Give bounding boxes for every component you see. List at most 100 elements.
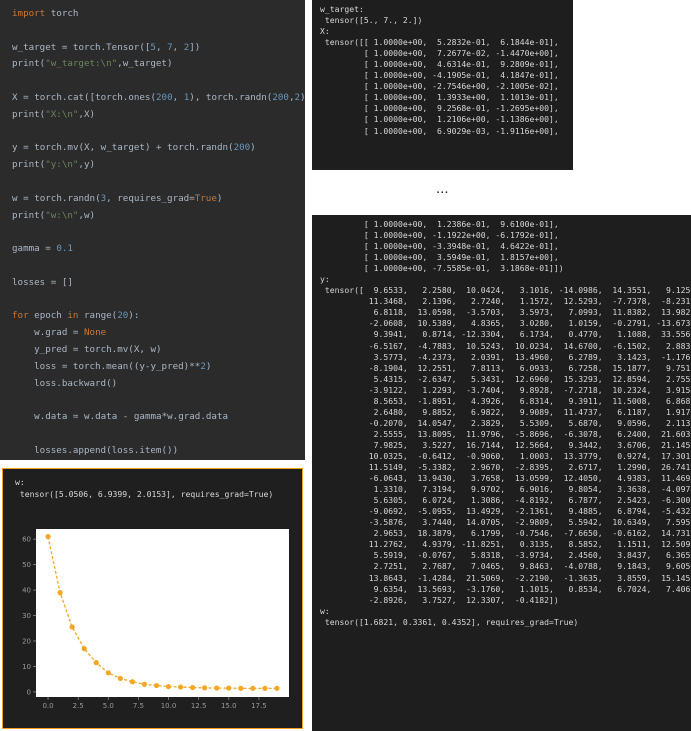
x-tick-label: 17.5 bbox=[251, 702, 267, 710]
output-line: 7.9825, 3.5227, 16.7144, 12.5664, 9.3442… bbox=[320, 439, 691, 450]
code-keyword: import bbox=[12, 8, 46, 19]
code-token: torch bbox=[95, 91, 123, 103]
code-token: print bbox=[12, 159, 40, 171]
output-line: 3.5773, -4.2373, 2.0391, 13.4960, 6.2789… bbox=[320, 351, 691, 362]
code-token: print bbox=[12, 209, 40, 221]
output-line: 9.6354, 13.5693, -3.1760, 1.1015, 0.8534… bbox=[320, 583, 691, 594]
output-line: [ 1.0000e+00, 1.2386e-01, 9.6100e-01], bbox=[320, 219, 559, 229]
code-token: loss bbox=[111, 444, 134, 456]
loss-data-point bbox=[141, 681, 148, 687]
code-line: w = torch.randn(3, requires_grad=True) bbox=[12, 193, 222, 204]
code-token: mv bbox=[67, 142, 79, 154]
code-number: 200 bbox=[233, 142, 251, 154]
code-token: ) bbox=[111, 377, 118, 389]
y-tick-label: 40 bbox=[22, 587, 31, 595]
output-panel-top: w_target: tensor([5., 7., 2.]) X: tensor… bbox=[312, 0, 573, 170]
code-token: Tensor bbox=[106, 41, 140, 53]
output-line: [ 1.0000e+00, -2.7546e+00, -2.1005e-02], bbox=[320, 81, 559, 92]
output-line: 9.3941, 0.8714, -12.3304, 6.1734, 0.4770… bbox=[320, 329, 691, 340]
code-line: print("X:\n",X) bbox=[12, 109, 95, 120]
output-line: tensor([ 9.6533, 2.2580, 10.0424, 3.1016… bbox=[320, 285, 691, 296]
code-token: ) bbox=[89, 209, 96, 221]
output-line: X: bbox=[320, 26, 330, 37]
loss-data-point bbox=[177, 684, 184, 690]
code-token: y_pred bbox=[34, 343, 68, 355]
code-token: torch bbox=[72, 360, 101, 372]
code-number: 0.1 bbox=[56, 243, 73, 255]
output-line: 8.5653, -1.8951, 4.3926, 6.8314, 9.3911,… bbox=[320, 395, 691, 406]
code-token: losses bbox=[34, 444, 68, 456]
code-token: data bbox=[95, 411, 118, 423]
code-token: ) bbox=[166, 58, 173, 70]
x-tick-label: 0.0 bbox=[42, 702, 53, 710]
plot-output-panel: w: tensor([5.0506, 6.9399, 2.0153], requ… bbox=[2, 468, 303, 729]
code-string: "w_target:\n" bbox=[45, 58, 118, 70]
code-token: ) bbox=[216, 192, 223, 204]
output-line: 11.5149, -5.3382, 2.9670, -2.8395, 2.671… bbox=[320, 462, 691, 473]
output-line: 6.8118, 13.0598, -3.5703, 3.5973, 7.0993… bbox=[320, 307, 691, 318]
code-token: ] bbox=[67, 276, 73, 288]
output-line: 2.9653, 18.3879, 6.1799, -0.7546, -7.665… bbox=[320, 528, 691, 539]
output-line: tensor([[ 1.0000e+00, 5.2832e-01, 6.1844… bbox=[320, 37, 559, 48]
loss-data-point bbox=[190, 684, 196, 691]
code-token: print bbox=[12, 108, 40, 120]
code-line: w_target = torch.Tensor([5, 7, 2]) bbox=[12, 42, 200, 53]
code-token: torch bbox=[205, 91, 234, 103]
code-string: "X:\n" bbox=[45, 108, 79, 120]
code-token: randn bbox=[67, 192, 96, 204]
code-token: w_target bbox=[122, 58, 167, 70]
code-token: ) bbox=[250, 142, 256, 154]
loss-data-point bbox=[93, 660, 99, 666]
output-line: 5.4315, -2.6347, 5.3431, 12.6960, 15.329… bbox=[320, 373, 691, 384]
loss-data-point bbox=[105, 670, 111, 676]
code-editor[interactable]: import torch w_target = torch.Tensor([5,… bbox=[0, 0, 305, 460]
code-token: loss bbox=[34, 377, 57, 389]
output-line: tensor([5., 7., 2.]) bbox=[320, 15, 423, 26]
code-token: epoch bbox=[34, 310, 62, 322]
code-token: requires_grad bbox=[117, 192, 190, 204]
code-number: 200 bbox=[156, 91, 173, 103]
output-line: w_target: bbox=[320, 4, 364, 14]
output-line: -6.5167, -4.7883, 10.5243, 10.0234, 14.6… bbox=[320, 340, 691, 351]
output-line: w: bbox=[320, 605, 330, 616]
output-line: [ 1.0000e+00, -3.3948e-01, 4.6422e-01], bbox=[320, 241, 559, 252]
loss-data-point bbox=[117, 675, 123, 682]
y-tick-label: 50 bbox=[22, 561, 31, 569]
code-token: ones bbox=[128, 91, 151, 103]
x-tick-label: 15.0 bbox=[221, 702, 237, 710]
code-token: ) bbox=[194, 41, 201, 53]
code-token: ) bbox=[205, 360, 212, 372]
code-line: print("w_target:\n",w_target) bbox=[12, 58, 173, 69]
loss-data-point bbox=[274, 685, 280, 691]
output-line: 5.5919, -0.0767, 5.8318, -3.9734, 2.4560… bbox=[320, 550, 691, 561]
code-line: w.grad = None bbox=[12, 327, 106, 338]
output-line: -2.0608, 10.5389, 4.8365, 3.0280, 1.0159… bbox=[320, 318, 691, 329]
output-text-top: w_target: tensor([5., 7., 2.]) X: tensor… bbox=[320, 4, 559, 137]
code-token: item bbox=[139, 444, 162, 456]
code-line: X = torch.cat([torch.ones(200, 1), torch… bbox=[12, 92, 305, 103]
output-line: -6.0643, 13.9430, 3.7658, 13.0599, 12.40… bbox=[320, 473, 691, 484]
code-token: backward bbox=[61, 377, 107, 389]
x-tick-label: 5.0 bbox=[103, 702, 114, 710]
code-line: import torch bbox=[12, 8, 78, 19]
output-line: [ 1.0000e+00, -4.1905e-01, 4.1847e-01], bbox=[320, 70, 559, 81]
code-keyword: in bbox=[67, 310, 79, 322]
y-tick-label: 60 bbox=[22, 536, 31, 544]
loss-data-point bbox=[81, 646, 87, 652]
code-line: losses.append(loss.item()) bbox=[12, 445, 178, 456]
code-token: grad bbox=[178, 411, 201, 423]
y-tick-label: 0 bbox=[27, 688, 31, 696]
code-token: torch bbox=[72, 41, 101, 53]
code-token: torch bbox=[50, 8, 79, 19]
output-line: 2.7251, 2.7687, 7.0465, 9.8463, -4.0788,… bbox=[320, 561, 691, 572]
code-text[interactable]: import torch w_target = torch.Tensor([5,… bbox=[12, 6, 305, 460]
code-token: randn bbox=[239, 91, 267, 103]
code-token: loss bbox=[34, 360, 57, 372]
code-token: torch bbox=[34, 91, 62, 103]
loss-data-point bbox=[202, 685, 208, 691]
code-line: w.data = w.data - gamma*w.grad.data bbox=[12, 411, 228, 422]
